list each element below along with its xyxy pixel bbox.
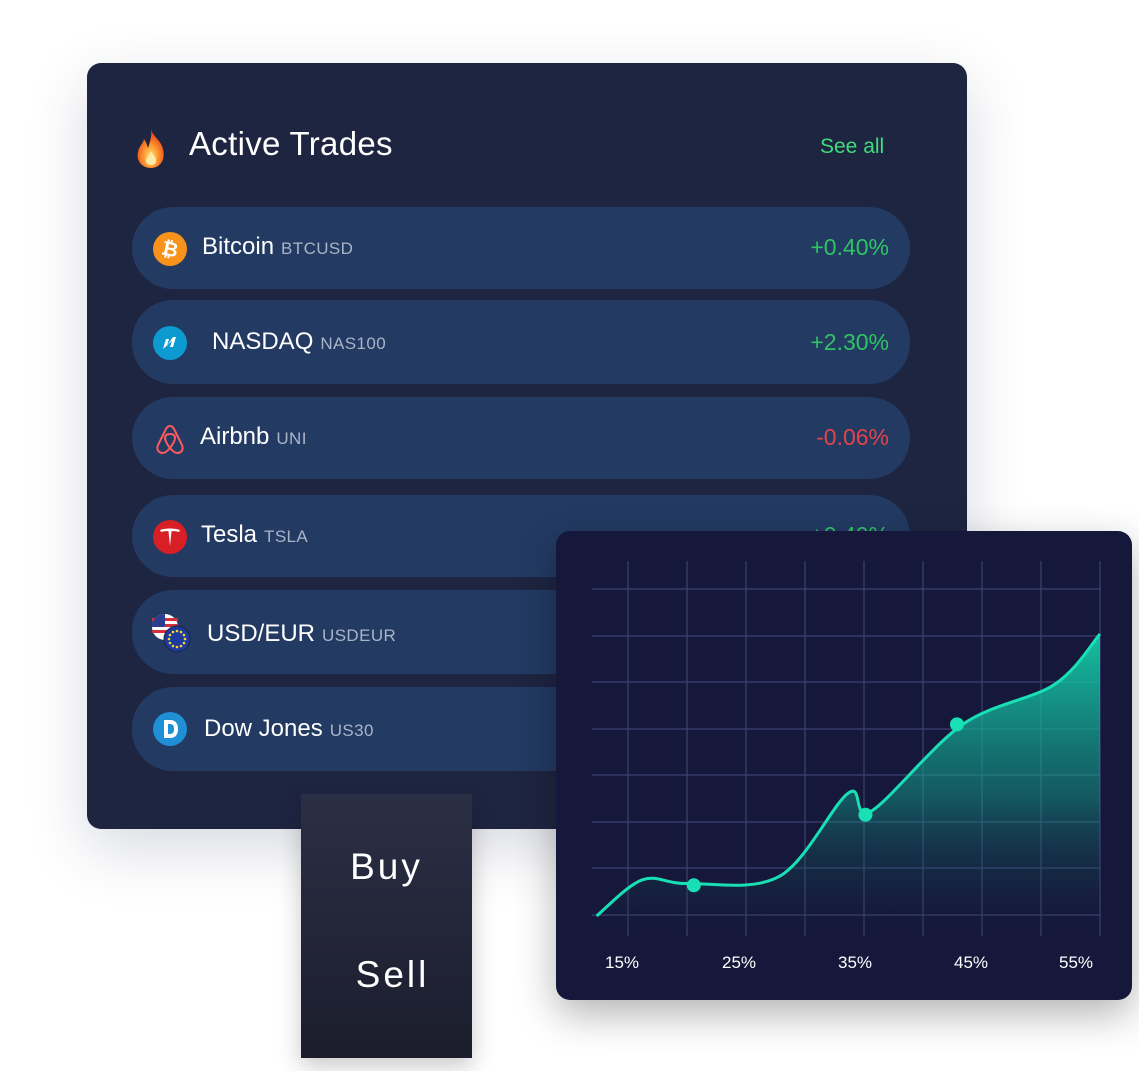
- x-tick-label: 35%: [838, 953, 872, 972]
- trade-name-text: Tesla: [201, 521, 258, 548]
- dow-jones-icon: [153, 712, 187, 746]
- trade-ticker: USDEUR: [322, 626, 397, 645]
- area-fill: [596, 634, 1100, 934]
- trade-name-text: USD/EUR: [207, 620, 316, 647]
- trade-name: Bitcoin BTCUSD: [202, 233, 353, 261]
- trade-ticker: NAS100: [320, 334, 387, 353]
- trade-row-airbnb[interactable]: Airbnb UNI -0.06%: [132, 397, 910, 479]
- trade-name: NASDAQ NAS100: [212, 328, 386, 356]
- x-tick-label: 55%: [1059, 953, 1093, 972]
- see-all-link[interactable]: See all: [820, 135, 884, 159]
- trade-name: Tesla TSLA: [201, 521, 308, 549]
- buy-sell-panel: Buy Sell: [301, 794, 472, 1058]
- nasdaq-icon: [153, 326, 187, 360]
- buy-button[interactable]: Buy: [301, 846, 472, 888]
- airbnb-icon: [156, 424, 184, 455]
- bitcoin-icon: ₿: [153, 232, 187, 266]
- data-point[interactable]: [858, 807, 873, 822]
- trade-name-text: Dow Jones: [204, 715, 323, 742]
- data-point[interactable]: [949, 717, 964, 732]
- usd-eur-flags-icon: [152, 614, 191, 653]
- trade-name-text: NASDAQ: [212, 328, 314, 355]
- trade-name-text: Bitcoin: [202, 233, 275, 260]
- trade-name: USD/EUR USDEUR: [207, 620, 396, 648]
- data-point[interactable]: [686, 878, 701, 893]
- trade-row-nasdaq[interactable]: NASDAQ NAS100 +2.30%: [132, 300, 910, 384]
- trade-ticker: BTCUSD: [281, 239, 354, 258]
- chart-card: 15% 25% 35% 45% 55%: [556, 531, 1132, 1000]
- tesla-icon: [153, 520, 187, 554]
- area-chart: 15% 25% 35% 45% 55%: [592, 561, 1102, 972]
- trade-ticker: UNI: [276, 429, 307, 448]
- x-tick-label: 25%: [722, 953, 756, 972]
- x-tick-label: 15%: [605, 953, 639, 972]
- fire-icon: [137, 129, 164, 168]
- trade-name: Dow Jones US30: [204, 715, 374, 743]
- x-tick-label: 45%: [954, 953, 988, 972]
- card-title: Active Trades: [189, 125, 393, 162]
- trade-change: +0.40%: [810, 234, 889, 260]
- trade-ticker: TSLA: [264, 527, 309, 546]
- trade-change: -0.06%: [816, 424, 889, 450]
- trade-change: +2.30%: [810, 329, 889, 355]
- trade-name: Airbnb UNI: [200, 423, 307, 451]
- trade-name-text: Airbnb: [200, 423, 270, 450]
- trade-row-bitcoin[interactable]: ₿ Bitcoin BTCUSD +0.40%: [132, 207, 910, 289]
- trade-ticker: US30: [329, 721, 374, 740]
- sell-button[interactable]: Sell: [307, 954, 478, 996]
